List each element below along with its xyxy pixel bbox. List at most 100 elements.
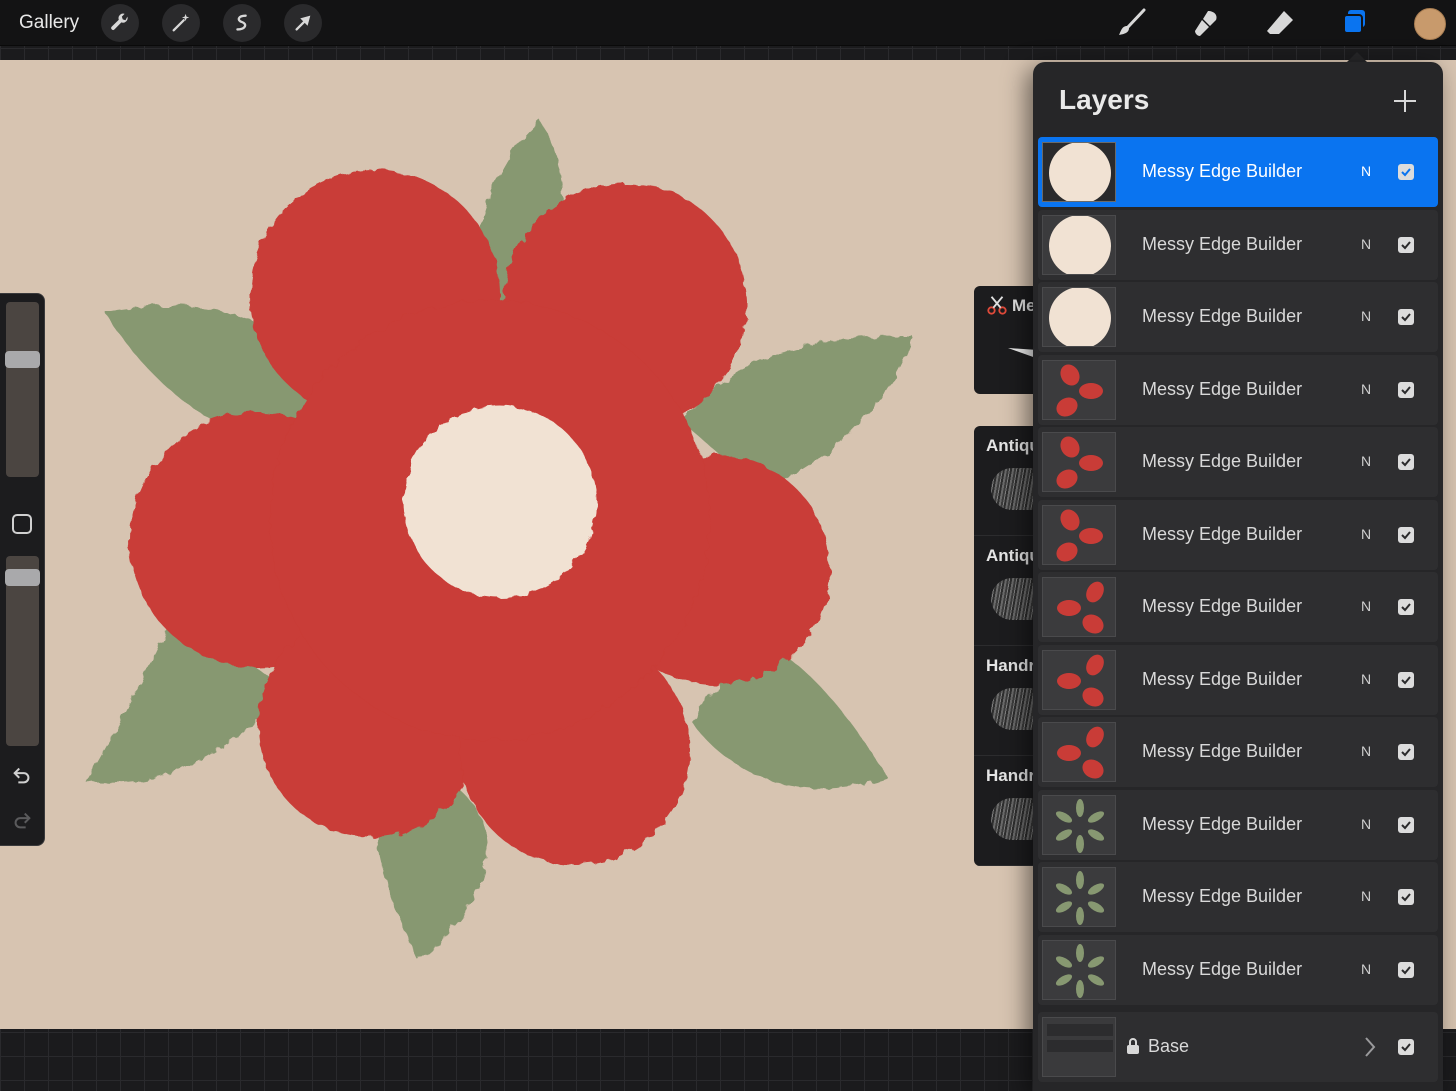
layer-visibility-checkbox[interactable] <box>1398 164 1414 180</box>
layer-row[interactable]: Messy Edge Builder N <box>1038 354 1438 425</box>
layer-thumbnail[interactable] <box>1042 867 1116 927</box>
layer-name: Messy Edge Builder <box>1142 451 1303 471</box>
layer-name: Messy Edge Builder <box>1142 161 1303 181</box>
brush-icon <box>1119 8 1146 35</box>
layers-icon <box>1343 10 1365 34</box>
layer-visibility-checkbox[interactable] <box>1398 599 1414 615</box>
layer-row[interactable]: Messy Edge Builder N <box>1038 862 1438 932</box>
layer-name: Messy Edge Builder <box>1142 958 1303 979</box>
layer-visibility-checkbox[interactable] <box>1398 1039 1414 1055</box>
adjustments-button[interactable] <box>162 4 200 42</box>
brush-tool[interactable] <box>1112 4 1152 42</box>
layer-row[interactable]: Messy Edge Builder N <box>1038 427 1438 497</box>
layer-visibility-checkbox[interactable] <box>1398 526 1414 543</box>
blend-mode-button[interactable]: N <box>1361 526 1371 542</box>
layer-group-thumbnail[interactable] <box>1042 1017 1116 1077</box>
layer-visibility-checkbox[interactable] <box>1398 961 1414 978</box>
selection-icon <box>236 14 247 31</box>
undo-icon <box>13 767 30 784</box>
redo-icon <box>14 812 31 829</box>
layer-thumbnail[interactable] <box>1042 287 1116 347</box>
redo-button[interactable] <box>10 808 34 832</box>
layer-thumbnail[interactable] <box>1042 142 1116 202</box>
transform-button[interactable] <box>284 4 322 42</box>
layer-thumbnail[interactable] <box>1042 722 1116 782</box>
flower-center <box>404 406 596 598</box>
layer-name: Messy Edge Builder <box>1142 813 1303 834</box>
blend-mode-button[interactable]: N <box>1361 381 1371 397</box>
selection-button[interactable] <box>223 4 261 42</box>
layer-row[interactable]: Messy Edge Builder N <box>1038 209 1438 280</box>
lock-icon <box>1127 1038 1139 1054</box>
layer-name: Messy Edge Builder <box>1142 886 1303 906</box>
layer-visibility-checkbox[interactable] <box>1398 744 1414 760</box>
layer-row[interactable]: Messy Edge Builder N <box>1038 499 1438 570</box>
add-layer-icon[interactable] <box>1391 87 1419 115</box>
undo-button[interactable] <box>10 763 34 787</box>
layer-thumbnail[interactable] <box>1042 214 1116 275</box>
layer-row[interactable]: Messy Edge Builder N <box>1038 789 1438 860</box>
layer-name: Messy Edge Builder <box>1142 523 1303 544</box>
smudge-tool[interactable] <box>1186 4 1226 42</box>
layer-row[interactable]: Messy Edge Builder N <box>1038 934 1438 1005</box>
blend-mode-button[interactable]: N <box>1361 671 1371 687</box>
layer-visibility-checkbox[interactable] <box>1398 381 1414 398</box>
layer-thumbnail[interactable] <box>1042 504 1116 565</box>
layer-row[interactable]: Messy Edge Builder N <box>1038 717 1438 787</box>
layer-row[interactable]: Messy Edge Builder N <box>1038 572 1438 642</box>
top-toolbar: Gallery <box>0 0 1456 46</box>
layer-name: Messy Edge Builder <box>1142 596 1303 616</box>
modify-button[interactable] <box>12 514 32 534</box>
blend-mode-button[interactable]: N <box>1361 961 1371 977</box>
blend-mode-button[interactable]: N <box>1361 816 1371 832</box>
layer-name: Messy Edge Builder <box>1142 741 1303 761</box>
layer-thumbnail[interactable] <box>1042 794 1116 855</box>
layer-row[interactable]: Messy Edge Builder N <box>1038 137 1438 207</box>
blend-mode-button[interactable]: N <box>1361 598 1371 614</box>
layers-title: Layers <box>1059 84 1150 115</box>
chevron-right-icon[interactable] <box>1364 1036 1376 1058</box>
layer-name: Messy Edge Builder <box>1142 233 1303 254</box>
blend-mode-button[interactable]: N <box>1361 163 1371 179</box>
blend-mode-button[interactable]: N <box>1361 888 1371 904</box>
eraser-icon <box>1267 11 1293 34</box>
magic-wand-icon <box>172 13 190 32</box>
blend-mode-button[interactable]: N <box>1361 236 1371 252</box>
layer-thumbnail[interactable] <box>1042 649 1116 710</box>
brush-size-slider[interactable] <box>6 302 39 477</box>
blend-mode-button[interactable]: N <box>1361 453 1371 469</box>
wrench-icon <box>111 13 128 30</box>
left-sidebar <box>0 293 45 846</box>
layer-name: Messy Edge Builder <box>1142 306 1303 326</box>
procreate-app: Gallery Me Antiqu Antiqu Handr Handr Lay… <box>0 0 1456 1091</box>
layer-name: Base <box>1148 1036 1190 1056</box>
layers-panel: Layers Messy Edge Builder N Messy Edge B… <box>1033 62 1443 1091</box>
layer-visibility-checkbox[interactable] <box>1398 816 1414 833</box>
layer-row[interactable]: Messy Edge Builder N <box>1038 282 1438 352</box>
layer-thumbnail[interactable] <box>1042 577 1116 637</box>
layer-row-base[interactable]: Base <box>1038 1012 1438 1082</box>
layer-visibility-checkbox[interactable] <box>1398 889 1414 905</box>
layer-visibility-checkbox[interactable] <box>1398 309 1414 325</box>
layer-name: Messy Edge Builder <box>1142 378 1303 399</box>
layer-row[interactable]: Messy Edge Builder N <box>1038 644 1438 715</box>
gallery-button[interactable]: Gallery <box>19 12 79 34</box>
blend-mode-button[interactable]: N <box>1361 308 1371 324</box>
layer-thumbnail[interactable] <box>1042 359 1116 420</box>
smudge-icon <box>1195 11 1217 36</box>
color-picker-swatch[interactable] <box>1414 8 1446 40</box>
scissors-icon <box>987 296 1007 315</box>
opacity-handle[interactable] <box>5 569 40 586</box>
layer-visibility-checkbox[interactable] <box>1398 454 1414 470</box>
layers-tool[interactable] <box>1335 4 1375 42</box>
layer-thumbnail[interactable] <box>1042 432 1116 492</box>
layer-visibility-checkbox[interactable] <box>1398 236 1414 253</box>
brush-size-handle[interactable] <box>5 351 40 368</box>
layer-visibility-checkbox[interactable] <box>1398 671 1414 688</box>
transform-arrow-icon <box>295 15 311 31</box>
layer-thumbnail[interactable] <box>1042 939 1116 1000</box>
eraser-tool[interactable] <box>1260 4 1300 42</box>
actions-button[interactable] <box>101 4 139 42</box>
blend-mode-button[interactable]: N <box>1361 743 1371 759</box>
layer-name: Messy Edge Builder <box>1142 668 1303 689</box>
